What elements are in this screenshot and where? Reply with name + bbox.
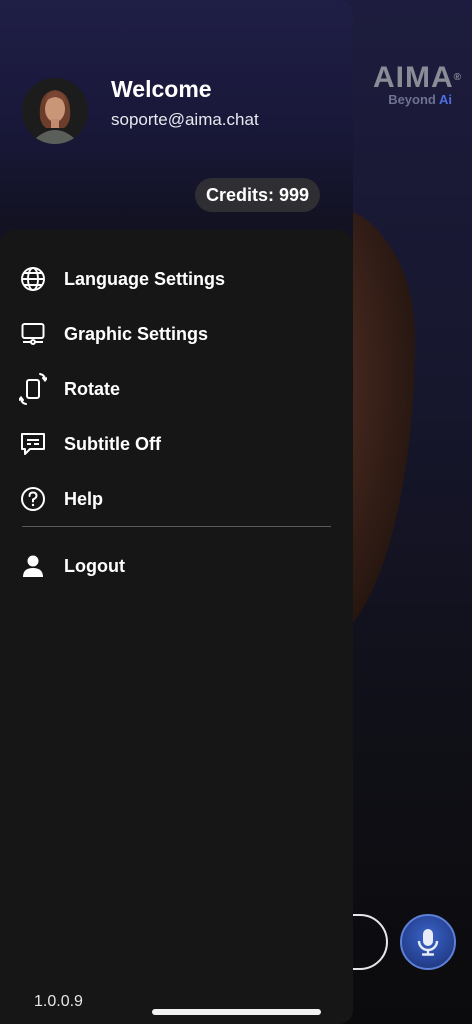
menu-item-graphic-settings[interactable]: Graphic Settings: [0, 310, 353, 358]
menu-item-help[interactable]: Help: [0, 475, 353, 523]
microphone-icon: [417, 929, 439, 956]
help-icon: [19, 485, 47, 513]
side-drawer: Welcome soporte@aima.chat Credits: 999 L…: [0, 0, 353, 1024]
brand-name: AIMA: [372, 61, 454, 94]
menu-item-label: Subtitle Off: [64, 433, 161, 454]
menu-item-language-settings[interactable]: Language Settings: [0, 255, 353, 303]
user-icon: [19, 552, 47, 580]
menu-item-logout[interactable]: Logout: [0, 542, 353, 590]
welcome-title: Welcome: [111, 76, 212, 102]
brand-tagline-prefix: Beyond: [388, 92, 439, 107]
menu-item-rotate[interactable]: Rotate: [0, 365, 353, 413]
credits-label: Credits: 999: [206, 184, 310, 205]
menu-item-label: Rotate: [64, 378, 121, 399]
menu-divider: [22, 526, 331, 527]
brand-registered-mark: ®: [453, 72, 462, 83]
brand-logo: AIMA® Beyond Ai: [352, 61, 462, 108]
monitor-icon: [19, 320, 47, 348]
brand-tagline-ai: Ai: [439, 92, 452, 107]
menu-item-label: Help: [64, 488, 104, 509]
menu-item-label: Logout: [64, 555, 125, 576]
home-indicator: [152, 1009, 321, 1015]
drawer-header: Welcome soporte@aima.chat Credits: 999: [0, 0, 353, 230]
globe-icon: [19, 265, 47, 293]
rotate-phone-icon: [19, 373, 47, 405]
menu-panel: Language Settings Graphic Settings Rotat…: [0, 230, 353, 1024]
avatar-portrait-icon: [22, 78, 88, 144]
credits-badge: Credits: 999: [195, 178, 321, 212]
microphone-button[interactable]: [400, 914, 456, 970]
menu-item-subtitle-off[interactable]: Subtitle Off: [0, 420, 353, 468]
subtitles-icon: [19, 430, 47, 458]
menu-item-label: Graphic Settings: [64, 323, 209, 344]
menu-item-label: Language Settings: [64, 268, 226, 289]
avatar[interactable]: [22, 78, 88, 144]
app-version: 1.0.0.9: [34, 993, 83, 1010]
user-email: soporte@aima.chat: [111, 110, 259, 129]
